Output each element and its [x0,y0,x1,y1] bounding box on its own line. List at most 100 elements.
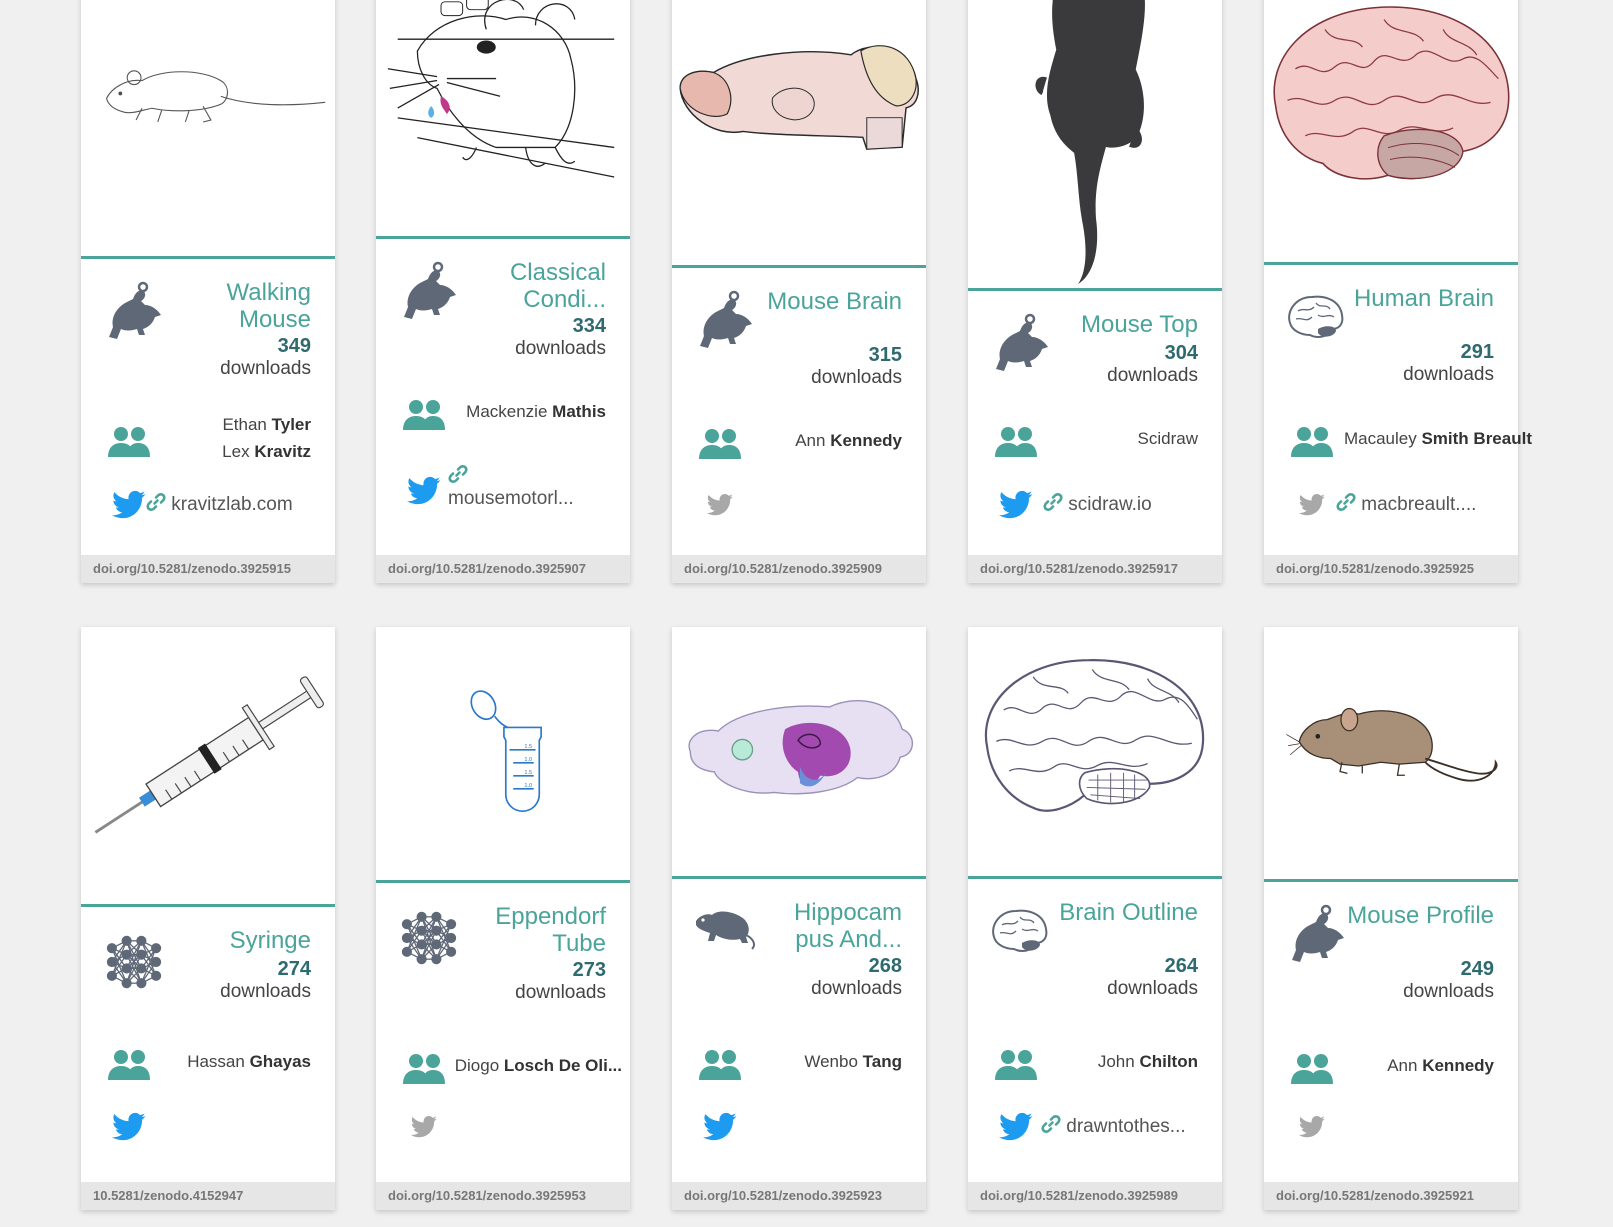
website-link[interactable]: scidraw.io [1043,492,1152,516]
author-name[interactable]: Mackenzie Mathis [466,402,606,422]
drawing-title[interactable]: Walking Mouse [161,279,311,333]
drawing-title[interactable]: Syringe [161,927,311,954]
authors-icon [107,425,151,459]
author-name[interactable]: Wenbo Tang [804,1052,902,1072]
author-name[interactable]: Ethan Tyler [222,415,311,435]
twitter-icon[interactable] [410,1115,438,1138]
author-first-name: Wenbo [804,1052,858,1071]
authors-icon [994,1048,1038,1082]
drawing-title[interactable]: Mouse Profile [1344,902,1494,929]
doi-link[interactable]: doi.org/10.5281/zenodo.3925915 [81,555,335,583]
mouse-icon [690,288,760,358]
drawing-card-walking-mouse[interactable]: Walking Mouse 349 downloads Ethan Tyler Lex … [81,0,335,583]
website-label: kravitzlab.com [171,494,293,515]
author-first-name: Ethan [222,415,267,434]
doi-link[interactable]: doi.org/10.5281/zenodo.3925989 [968,1182,1222,1210]
author-name[interactable]: Diogo Losch De Oli... [455,1056,622,1076]
drawing-image[interactable] [672,627,926,879]
downloads-label: downloads [811,978,902,999]
author-first-name: Macauley [1343,429,1417,448]
brain-icon [986,899,1056,969]
authors-icon [1290,1052,1334,1086]
download-count: 273 [572,959,606,981]
author-first-name: Ann [795,431,826,450]
author-name[interactable]: Ann Kennedy [795,431,902,451]
link-icon [448,464,468,484]
drawing-image[interactable] [81,0,335,259]
rat-icon [690,899,760,969]
author-name[interactable]: Ann Kennedy [1387,1056,1494,1076]
drawing-title[interactable]: Hippocam pus And... [752,899,902,953]
drawing-title[interactable]: Mouse Brain [752,288,902,315]
twitter-icon[interactable] [999,490,1033,520]
drawing-image[interactable] [1264,0,1518,265]
author-name[interactable]: Lex Kravitz [222,442,311,462]
drawing-image[interactable] [1264,627,1518,882]
twitter-icon[interactable] [407,476,441,506]
website-link[interactable]: macbreault.... [1336,492,1476,516]
drawing-card-mouse-top[interactable]: Mouse Top 304 downloads Scidraw scidraw.io d… [968,0,1222,583]
drawing-card-mouse-brain[interactable]: Mouse Brain 315 downloads Ann Kennedy doi.or… [672,0,926,583]
twitter-icon[interactable] [706,493,734,516]
drawing-image[interactable] [376,0,630,239]
drawing-card-classical-condi[interactable]: Classical Condi... 334 downloads Mackenzie … [376,0,630,583]
download-count: 249 [1460,958,1494,980]
twitter-icon[interactable] [999,1112,1033,1142]
website-label: drawntothes... [1066,1116,1186,1137]
doi-link[interactable]: doi.org/10.5281/zenodo.3925925 [1264,555,1518,583]
drawing-card-brain-outline[interactable]: Brain Outline 264 downloads John Chilton dr… [968,627,1222,1210]
drawing-image[interactable]: 1.5 1.0 1.5 1.0 [376,627,630,883]
doi-link[interactable]: doi.org/10.5281/zenodo.3925909 [672,555,926,583]
author-last-name: Kravitz [254,442,311,461]
drawing-image[interactable] [968,627,1222,879]
drawing-card-mouse-profile[interactable]: Mouse Profile 249 downloads Ann Kennedy doi.… [1264,627,1518,1210]
website-link[interactable]: drawntothes... [1041,1114,1186,1138]
authors-icon [402,1052,446,1086]
authors-icon [1290,425,1334,459]
author-first-name: Lex [222,442,250,461]
drawing-title[interactable]: Classical Condi... [456,259,606,313]
doi-link[interactable]: doi.org/10.5281/zenodo.3925923 [672,1182,926,1210]
drawing-image[interactable] [81,627,335,907]
drawing-card-eppendorf-tube[interactable]: 1.5 1.0 1.5 1.0 Eppendorf Tube 273 downloads Di… [376,627,630,1210]
drawing-card-syringe[interactable]: Syringe 274 downloads Hassan Ghayas 10.5281/… [81,627,335,1210]
download-count: 334 [572,315,606,337]
author-name[interactable]: Macauley Smith Breault [1344,429,1532,449]
website-link[interactable]: kravitzlab.com [146,492,293,516]
drawing-title[interactable]: Human Brain [1344,285,1494,312]
twitter-icon[interactable] [1298,1115,1326,1138]
downloads-label: downloads [1107,365,1198,386]
doi-link[interactable]: doi.org/10.5281/zenodo.3925921 [1264,1182,1518,1210]
author-last-name: Tyler [271,415,311,434]
card-info: Mouse Top 304 downloads Scidraw scidraw.io [968,291,1222,555]
drawing-title[interactable]: Brain Outline [1048,899,1198,926]
author-name[interactable]: John Chilton [1098,1052,1198,1072]
author-first-name: Hassan [187,1052,245,1071]
download-count: 291 [1460,341,1494,363]
twitter-icon[interactable] [703,1112,737,1142]
website-label: macbreault.... [1361,494,1477,515]
author-name[interactable]: Hassan Ghayas [187,1052,311,1072]
drawing-image[interactable] [672,0,926,268]
drawing-image[interactable] [968,0,1222,291]
twitter-icon[interactable] [112,1112,146,1142]
twitter-icon[interactable] [112,490,146,520]
drawing-title[interactable]: Mouse Top [1048,311,1198,338]
downloads-label: downloads [1107,978,1198,999]
author-last-name: Tang [862,1052,902,1071]
doi-link[interactable]: doi.org/10.5281/zenodo.3925953 [376,1182,630,1210]
doi-link[interactable]: doi.org/10.5281/zenodo.3925907 [376,555,630,583]
mouse-icon [986,311,1056,381]
twitter-icon[interactable] [1298,493,1326,516]
authors-icon [994,425,1038,459]
network-icon [394,903,464,973]
author-last-name: Kennedy [830,431,902,450]
drawing-card-human-brain[interactable]: Human Brain 291 downloads Macauley Smith Br… [1264,0,1532,583]
drawing-card-hippocam-pus-and[interactable]: Hippocam pus And... 268 downloads Wenbo Tan… [672,627,926,1210]
drawing-title[interactable]: Eppendorf Tube [456,903,606,957]
author-name[interactable]: Scidraw [1138,429,1198,449]
doi-link[interactable]: 10.5281/zenodo.4152947 [81,1182,335,1210]
author-last-name: Chilton [1139,1052,1198,1071]
website-link[interactable]: mousemotorl... [448,464,574,510]
doi-link[interactable]: doi.org/10.5281/zenodo.3925917 [968,555,1222,583]
